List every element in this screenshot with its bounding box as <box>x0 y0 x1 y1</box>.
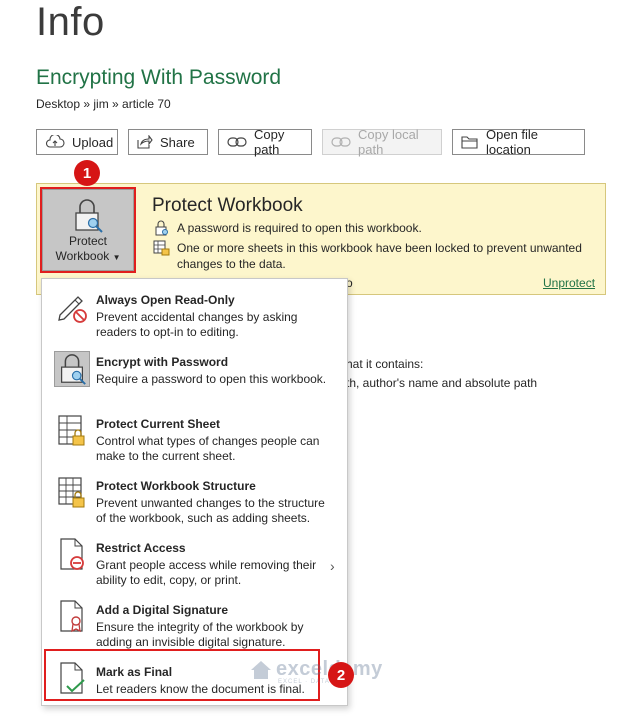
protect-info-line-1: A password is required to open this work… <box>153 220 607 236</box>
protect-workbook-menu: Always Open Read-Only Prevent accidental… <box>41 278 348 706</box>
cloud-upload-icon <box>45 135 65 148</box>
menu-item-title: Add a Digital Signature <box>96 603 229 617</box>
document-title: Encrypting With Password <box>36 66 282 89</box>
copy-local-path-button[interactable]: Copy local path <box>322 127 442 157</box>
protect-info-text-2: One or more sheets in this workbook have… <box>177 241 582 271</box>
share-button[interactable]: Share <box>128 129 208 155</box>
step-badge-2: 2 <box>328 662 354 688</box>
copy-path-label: Copy path <box>254 127 285 157</box>
highlight-box-step1 <box>40 187 136 273</box>
menu-item-protect-current-sheet[interactable]: Protect Current Sheet Control what types… <box>42 409 347 469</box>
upload-label: Upload <box>72 134 114 150</box>
menu-item-desc: Control what types of changes people can… <box>96 434 320 463</box>
lock-key-icon <box>54 351 90 387</box>
unprotect-link[interactable]: Unprotect <box>543 276 595 290</box>
upload-button[interactable]: Upload <box>36 129 118 155</box>
pencil-prohibited-icon <box>58 296 87 323</box>
menu-item-protect-workbook-structure[interactable]: Protect Workbook Structure Prevent unwan… <box>42 471 347 531</box>
document-restricted-icon <box>60 538 84 570</box>
copy-path-button[interactable]: Copy path <box>218 127 312 157</box>
menu-item-desc: Prevent accidental changes by asking rea… <box>96 310 298 339</box>
open-file-location-button[interactable]: Open file location <box>452 127 585 157</box>
menu-item-desc: Require a password to open this workbook… <box>96 372 327 386</box>
share-icon <box>137 135 153 149</box>
protect-info-text-1: A password is required to open this work… <box>177 221 422 235</box>
menu-item-add-digital-signature[interactable]: Add a Digital Signature Ensure the integ… <box>42 595 347 655</box>
lock-small-icon <box>155 220 168 236</box>
menu-item-restrict-access[interactable]: Restrict Access Grant people access whil… <box>42 533 347 593</box>
menu-item-title: Encrypt with Password <box>96 355 229 369</box>
inspect-partial-text-1: hat it contains: <box>346 357 424 371</box>
share-label: Share <box>160 134 195 150</box>
breadcrumb: Desktop » jim » article 70 <box>36 97 171 111</box>
page-title: Info <box>36 0 105 44</box>
menu-item-desc: Ensure the integrity of the workbook by … <box>96 620 304 649</box>
sheet-lock-icon <box>58 415 85 446</box>
link-icon <box>227 137 247 147</box>
sheet-lock-small-icon <box>153 240 170 256</box>
menu-item-title: Always Open Read-Only <box>96 293 235 307</box>
folder-icon <box>461 136 478 149</box>
chevron-right-icon: › <box>330 558 335 574</box>
menu-item-desc: Prevent unwanted changes to the structur… <box>96 496 325 525</box>
menu-item-always-open-read-only[interactable]: Always Open Read-Only Prevent accidental… <box>42 285 347 345</box>
exceldemy-logo-icon <box>251 660 271 679</box>
menu-item-title: Protect Workbook Structure <box>96 479 256 493</box>
menu-item-encrypt-with-password[interactable]: Encrypt with Password Require a password… <box>42 347 347 407</box>
link-icon <box>331 137 351 147</box>
protect-info-line-2: One or more sheets in this workbook have… <box>153 240 607 272</box>
exceldemy-watermark: exceldemy EXCEL · DATA · BI <box>250 658 383 685</box>
menu-item-title: Restrict Access <box>96 541 186 555</box>
step-badge-1: 1 <box>74 160 100 186</box>
protect-heading: Protect Workbook <box>152 195 303 216</box>
document-ribbon-icon <box>60 600 83 633</box>
copy-local-path-label: Copy local path <box>358 127 419 157</box>
inspect-partial-text-2: th, author's name and absolute path <box>346 376 538 390</box>
open-file-location-label: Open file location <box>486 127 539 157</box>
workbook-structure-lock-icon <box>58 477 85 508</box>
menu-item-title: Protect Current Sheet <box>96 417 221 431</box>
menu-item-desc: Grant people access while removing their… <box>96 558 317 587</box>
